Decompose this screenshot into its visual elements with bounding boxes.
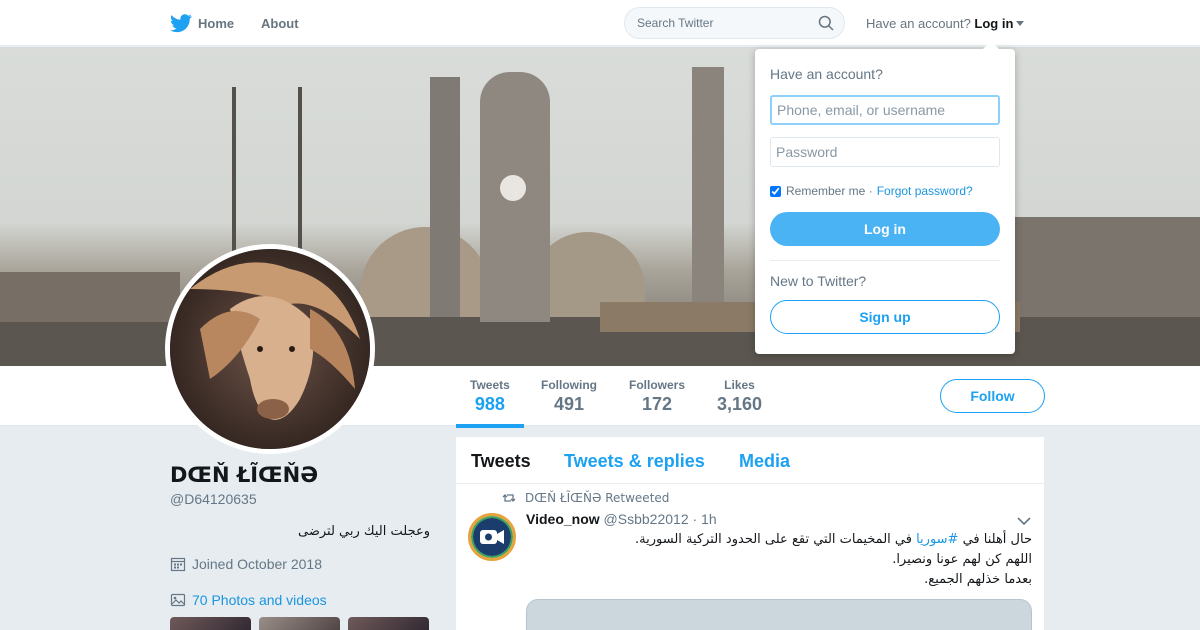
login-dropdown-title: Have an account?	[770, 66, 883, 82]
remember-me-label: Remember me ·	[786, 184, 873, 198]
tweet-author-avatar[interactable]	[468, 513, 516, 561]
follow-button[interactable]: Follow	[940, 379, 1045, 413]
nav-about-link[interactable]: About	[261, 16, 299, 31]
stat-tweets[interactable]: Tweets 988	[456, 378, 524, 428]
tweet-text-line: اللهم كن لهم عونا ونصيرا.	[892, 552, 1032, 567]
search-icon[interactable]	[818, 15, 834, 31]
password-field[interactable]	[770, 137, 1000, 167]
profile-handle: @D64120635	[170, 491, 257, 507]
joined-text: Joined October 2018	[192, 556, 322, 572]
retweet-context: DŒŇ ŁĨŒŇƏ Retweeted	[502, 491, 669, 505]
nav-home-label: Home	[198, 15, 235, 31]
tweet-timestamp[interactable]: · 1h	[693, 511, 717, 527]
timeline-tabs: Tweets Tweets & replies Media	[456, 437, 1044, 484]
media-thumbnail[interactable]	[259, 617, 340, 630]
have-account-text: Have an account?	[866, 16, 971, 31]
calendar-icon	[170, 557, 186, 572]
login-dropdown: Have an account? Remember me · Forgot pa…	[755, 41, 1015, 354]
media-thumbnail[interactable]	[170, 617, 251, 630]
stat-likes[interactable]: Likes 3,160	[717, 378, 762, 415]
tweet-text: حال أهلنا في #سوريا في المخيمات التي تقع…	[526, 530, 1032, 590]
chevron-down-icon[interactable]	[1017, 516, 1031, 526]
horse-avatar-image	[170, 249, 370, 449]
profile-bio: وعجلت اليك ربي لترضى	[297, 524, 430, 539]
signup-button[interactable]: Sign up	[770, 300, 1000, 334]
tweet-text-line: حال أهلنا في #سوريا في المخيمات التي تقع…	[526, 530, 1032, 550]
stat-value: 988	[474, 394, 505, 414]
stat-value: 491	[553, 394, 585, 414]
tweet-author-name[interactable]: Video_now	[526, 511, 600, 527]
tab-tweets[interactable]: Tweets	[471, 451, 531, 472]
tweet-text-segment: حال أهلنا في	[958, 532, 1032, 547]
tab-tweets-and-replies[interactable]: Tweets & replies	[564, 451, 705, 472]
new-to-twitter-text: New to Twitter?	[770, 273, 867, 289]
stat-label: Followers	[629, 378, 686, 392]
tweet-header: Video_now @Ssbb22012 · 1h	[526, 511, 717, 527]
username-field[interactable]	[770, 95, 1000, 125]
stat-following[interactable]: Following 491	[541, 378, 597, 415]
login-link-label: Log in	[974, 16, 1014, 31]
photos-videos-link[interactable]: 70 Photos and videos	[170, 592, 327, 608]
profile-joined: Joined October 2018	[170, 556, 322, 572]
stat-label: Following	[541, 378, 597, 392]
media-thumbnail[interactable]	[348, 617, 429, 630]
have-account-area: Have an account? Log in	[866, 16, 1025, 31]
search-input[interactable]	[625, 8, 805, 38]
photos-videos-label: 70 Photos and videos	[192, 592, 327, 608]
video-camera-avatar-image	[473, 518, 511, 556]
remember-me-checkbox[interactable]	[770, 185, 781, 197]
stat-label: Tweets	[470, 378, 510, 392]
twitter-bird-icon	[170, 14, 192, 33]
nav-home-link[interactable]: Home	[170, 12, 234, 34]
forgot-password-link[interactable]: Forgot password?	[877, 184, 973, 198]
tweet-text-segment: في المخيمات التي تقع على الحدود التركية …	[635, 532, 917, 547]
tweet-text-line: بعدما خذلهم الجميع.	[924, 572, 1032, 587]
stat-followers[interactable]: Followers 172	[629, 378, 685, 415]
retweet-icon	[502, 494, 516, 502]
retweet-context-text: DŒŇ ŁĨŒŇƏ Retweeted	[525, 491, 670, 505]
profile-avatar[interactable]	[165, 244, 375, 454]
caret-down-icon	[1016, 21, 1025, 26]
stat-label: Likes	[724, 378, 755, 392]
tweet-author-handle[interactable]: @Ssbb22012	[604, 511, 689, 527]
remember-me-row: Remember me · Forgot password?	[770, 184, 973, 198]
login-dropdown-toggle[interactable]: Log in	[974, 16, 1025, 31]
tweet-hashtag-link[interactable]: #سوريا	[916, 532, 958, 547]
search-box	[624, 7, 845, 39]
stat-value: 172	[641, 394, 673, 414]
tweet-media-preview[interactable]	[526, 599, 1032, 630]
photo-icon	[170, 593, 186, 607]
profile-name: DŒŇ ŁĨŒŇƏ	[170, 463, 319, 487]
divider	[770, 260, 1000, 261]
stat-value: 3,160	[717, 394, 763, 414]
top-navigation-bar: Home About Have an account? Log in	[0, 0, 1200, 46]
tab-media[interactable]: Media	[739, 451, 790, 472]
login-button[interactable]: Log in	[770, 212, 1000, 246]
